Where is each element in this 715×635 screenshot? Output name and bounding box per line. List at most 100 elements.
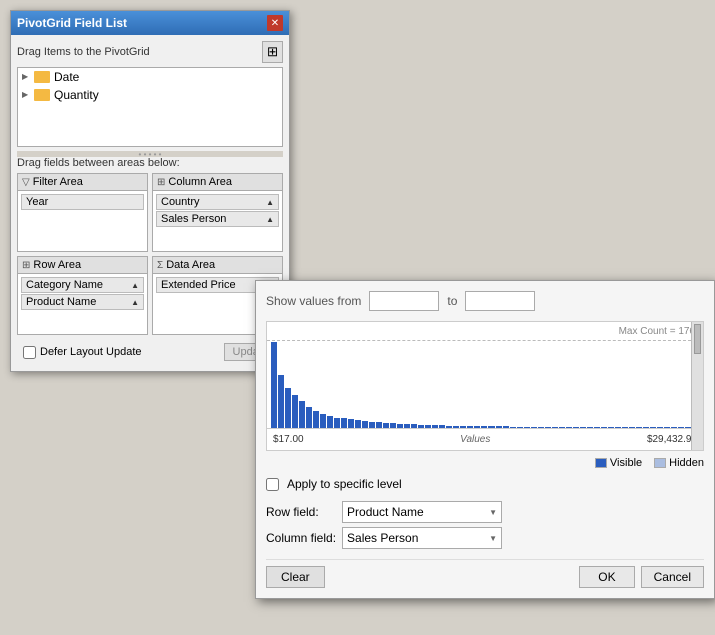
- to-value-input[interactable]: [465, 291, 535, 311]
- apply-specific-label: Apply to specific level: [287, 477, 402, 491]
- filter-range-window: Show values from to Max Count = 176 $17.…: [255, 280, 715, 599]
- row-item-category-label: Category Name: [26, 279, 103, 291]
- row-item-category[interactable]: Category Name ▲: [21, 277, 144, 293]
- chart-x-min: $17.00: [273, 434, 304, 445]
- show-values-label: Show values from: [266, 294, 361, 308]
- column-field-dropdown[interactable]: Sales Person ▼: [342, 527, 502, 549]
- field-list-area[interactable]: ▶ Date ▶ Quantity: [17, 67, 283, 147]
- chart-bar: [313, 411, 319, 428]
- pivot-title-bar: PivotGrid Field List ✕: [11, 11, 289, 35]
- row-field-dropdown[interactable]: Product Name ▼: [342, 501, 502, 523]
- data-area-header: Σ Data Area: [153, 257, 282, 274]
- chart-bar: [334, 418, 340, 429]
- filter-area-icon: ▽: [22, 177, 30, 188]
- column-field-value: Sales Person: [347, 531, 418, 545]
- data-area-icon: Σ: [157, 260, 163, 271]
- desktop: PivotGrid Field List ✕ Drag Items to the…: [0, 0, 715, 635]
- filter-item-year[interactable]: Year: [21, 194, 144, 210]
- apply-specific-checkbox[interactable]: [266, 478, 279, 491]
- defer-layout-text: Defer Layout Update: [40, 346, 142, 358]
- pivot-close-button[interactable]: ✕: [267, 15, 283, 31]
- scrollbar-thumb[interactable]: [694, 324, 701, 354]
- chart-bars-container: [271, 342, 691, 428]
- column-item-country[interactable]: Country ▲: [156, 194, 279, 210]
- row-area-header: ⊞ Row Area: [18, 257, 147, 274]
- chart-bar: [292, 395, 298, 428]
- column-area-label: Column Area: [168, 176, 232, 188]
- row-area-label: Row Area: [33, 259, 81, 271]
- areas-grid: ▽ Filter Area Year ⊞ Column Area: [17, 173, 283, 335]
- defer-layout-checkbox[interactable]: [23, 346, 36, 359]
- row-area-box: ⊞ Row Area Category Name ▲ Product Name …: [17, 256, 148, 335]
- column-area-icon: ⊞: [157, 177, 165, 188]
- defer-layout-label[interactable]: Defer Layout Update: [23, 346, 142, 359]
- cancel-button-label: Cancel: [654, 570, 691, 584]
- column-item-country-sort: ▲: [266, 198, 274, 207]
- chart-bar: [341, 418, 347, 428]
- column-field-label: Column field:: [266, 531, 336, 545]
- column-item-country-label: Country: [161, 196, 200, 208]
- chart-x-center: Values: [460, 434, 490, 445]
- filter-footer: Clear OK Cancel: [266, 559, 704, 588]
- field-label-date: Date: [54, 70, 79, 84]
- ok-button-label: OK: [598, 570, 615, 584]
- legend-visible-label: Visible: [610, 457, 642, 469]
- chart-x-max: $29,432.95: [647, 434, 697, 445]
- clear-button[interactable]: Clear: [266, 566, 325, 588]
- drag-hint-text: Drag Items to the PivotGrid: [17, 46, 150, 58]
- chart-bar: [299, 401, 305, 428]
- row-item-category-sort: ▲: [131, 281, 139, 290]
- field-dropdowns: Row field: Product Name ▼ Column field: …: [266, 501, 704, 549]
- chart-dashed-line: [267, 340, 691, 341]
- column-area-items[interactable]: Country ▲ Sales Person ▲: [153, 191, 282, 251]
- clear-button-label: Clear: [281, 570, 310, 584]
- filter-item-year-label: Year: [26, 196, 48, 208]
- row-field-dd-arrow: ▼: [489, 508, 497, 517]
- chart-x-axis: $17.00 Values $29,432.95: [267, 428, 703, 450]
- legend-hidden: Hidden: [654, 457, 704, 469]
- column-item-salesperson[interactable]: Sales Person ▲: [156, 211, 279, 227]
- chart-bar: [348, 419, 354, 428]
- chart-max-label: Max Count = 176: [619, 326, 695, 337]
- chart-bar: [271, 342, 277, 428]
- from-value-input[interactable]: [369, 291, 439, 311]
- cancel-button[interactable]: Cancel: [641, 566, 704, 588]
- chart-bar: [285, 388, 291, 428]
- layout-toggle-button[interactable]: ⊞: [262, 41, 283, 63]
- chart-bar: [278, 375, 284, 428]
- row-area-icon: ⊞: [22, 260, 30, 271]
- row-area-items[interactable]: Category Name ▲ Product Name ▲: [18, 274, 147, 334]
- chart-bar: [306, 407, 312, 428]
- column-item-salesperson-label: Sales Person: [161, 213, 226, 225]
- pivot-field-list-window: PivotGrid Field List ✕ Drag Items to the…: [10, 10, 290, 372]
- field-item-date[interactable]: ▶ Date: [18, 68, 282, 86]
- ok-cancel-group: OK Cancel: [579, 566, 704, 588]
- column-field-dd-arrow: ▼: [489, 534, 497, 543]
- data-area-label: Data Area: [166, 259, 215, 271]
- drag-between-label: Drag fields between areas below:: [17, 157, 283, 169]
- filter-area-label: Filter Area: [33, 176, 83, 188]
- specific-level-row: Apply to specific level: [266, 477, 704, 491]
- column-area-box: ⊞ Column Area Country ▲ Sales Person ▲: [152, 173, 283, 252]
- to-label: to: [447, 294, 457, 308]
- ok-button[interactable]: OK: [579, 566, 634, 588]
- chart-bar: [355, 420, 361, 428]
- field-item-quantity[interactable]: ▶ Quantity: [18, 86, 282, 104]
- legend-hidden-label: Hidden: [669, 457, 704, 469]
- show-values-row: Show values from to: [266, 291, 704, 311]
- chart-scrollbar[interactable]: [691, 322, 703, 450]
- folder-icon-date: [34, 71, 50, 83]
- data-item-extended-price-label: Extended Price: [161, 279, 236, 291]
- field-label-quantity: Quantity: [54, 88, 99, 102]
- filter-area-items[interactable]: Year: [18, 191, 147, 251]
- row-item-product[interactable]: Product Name ▲: [21, 294, 144, 310]
- legend-visible-swatch: [595, 458, 607, 468]
- chart-area: Max Count = 176 $17.00 Values $29,432.95: [266, 321, 704, 451]
- chart-bar: [320, 414, 326, 428]
- folder-icon-quantity: [34, 89, 50, 101]
- expand-arrow-date: ▶: [22, 72, 32, 82]
- filter-area-box: ▽ Filter Area Year: [17, 173, 148, 252]
- column-area-header: ⊞ Column Area: [153, 174, 282, 191]
- row-field-value: Product Name: [347, 505, 424, 519]
- filter-area-header: ▽ Filter Area: [18, 174, 147, 191]
